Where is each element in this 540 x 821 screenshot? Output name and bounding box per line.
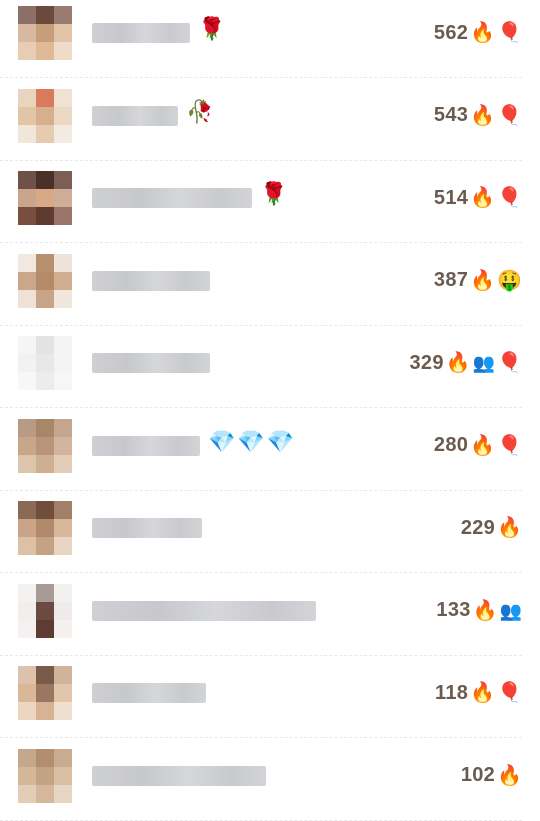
list-item[interactable]: 229 🔥 <box>0 491 540 573</box>
avatar[interactable] <box>18 6 72 60</box>
username-redacted <box>92 188 252 208</box>
balloon-icon: 🎈 <box>497 434 522 457</box>
fire-icon: 🔥 <box>470 104 496 127</box>
score-group: 229 🔥 <box>461 513 522 543</box>
balloon-icon: 🎈 <box>497 104 522 127</box>
fire-icon: 🔥 <box>497 517 522 539</box>
list-item[interactable]: 🌹 562 🔥 🎈 <box>0 0 540 78</box>
list-item[interactable]: 💎💎💎 280 🔥 🎈 <box>0 409 540 491</box>
score-value: 387 <box>433 269 469 291</box>
username-redacted <box>92 683 206 703</box>
couple-icon: 👥 <box>472 353 496 373</box>
username-redacted <box>92 765 266 786</box>
score-value: 280 <box>433 434 469 456</box>
row-divider <box>0 819 522 821</box>
list-item[interactable]: 118 🔥 🎈 <box>0 656 540 738</box>
wilted-rose-icon: 🥀 <box>186 98 214 124</box>
fire-icon: 🔥 <box>445 352 471 374</box>
username-redacted <box>92 105 178 126</box>
balloon-icon: 🎈 <box>497 22 522 44</box>
avatar[interactable] <box>18 501 72 555</box>
rose-icon: 🌹 <box>198 16 226 41</box>
avatar[interactable] <box>18 583 72 638</box>
score-value: 118 <box>435 681 469 704</box>
fire-icon: 🔥 <box>497 764 522 787</box>
score-value: 102 <box>460 764 496 786</box>
fire-icon: 🔥 <box>470 22 496 44</box>
fire-icon: 🔥 <box>470 434 496 457</box>
score-value: 562 <box>433 21 469 44</box>
balloon-icon: 🎈 <box>497 352 522 374</box>
leaderboard-list: 🌹 562 🔥 🎈 🥀 543 🔥 🎈 🌹 514 🔥 🎈 387 🔥 🤑 329 🔥 👥 🎈 💎💎💎 280 🔥 🎈 229… <box>0 0 540 821</box>
diamond-icons: 💎💎💎 <box>208 427 296 457</box>
score-group: 280 🔥 🎈 <box>434 431 522 461</box>
avatar[interactable] <box>18 253 72 308</box>
face-icon: 🤑 <box>497 269 522 292</box>
score-group: 514 🔥 🎈 <box>434 183 522 213</box>
avatar[interactable] <box>18 336 72 390</box>
username-redacted <box>92 353 210 373</box>
score-group: 102 🔥 <box>461 761 522 791</box>
avatar[interactable] <box>18 666 72 720</box>
score-value: 229 <box>460 516 496 539</box>
score-group: 562 🔥 🎈 <box>434 18 522 48</box>
balloon-icon: 🎈 <box>497 682 522 704</box>
score-value: 543 <box>433 104 469 126</box>
list-item[interactable]: 🥀 543 🔥 🎈 <box>0 79 540 161</box>
avatar[interactable] <box>18 171 72 225</box>
fire-icon: 🔥 <box>472 599 498 622</box>
score-group: 133 🔥 👥 <box>436 596 522 626</box>
diamond-icon: 💎 <box>237 428 265 454</box>
diamond-icon: 💎 <box>266 428 295 454</box>
fire-icon: 🔥 <box>470 269 496 292</box>
score-value: 514 <box>433 186 469 209</box>
score-value: 133 <box>436 599 471 621</box>
diamond-icon: 💎 <box>208 428 236 454</box>
username-redacted <box>92 23 190 43</box>
username-redacted <box>92 270 210 291</box>
username-redacted <box>92 518 202 538</box>
score-group: 329 🔥 👥 🎈 <box>409 348 522 378</box>
score-group: 118 🔥 🎈 <box>435 678 522 708</box>
list-item[interactable]: 387 🔥 🤑 <box>0 244 540 326</box>
list-item[interactable]: 329 🔥 👥 🎈 <box>0 326 540 408</box>
avatar[interactable] <box>18 748 72 803</box>
avatar[interactable] <box>18 88 72 143</box>
list-item[interactable]: 🌹 514 🔥 🎈 <box>0 161 540 243</box>
score-group: 543 🔥 🎈 <box>434 101 522 131</box>
fire-icon: 🔥 <box>470 682 496 704</box>
username-redacted <box>92 435 200 456</box>
score-group: 387 🔥 🤑 <box>434 266 522 296</box>
rose-icon: 🌹 <box>260 181 288 206</box>
score-value: 329 <box>409 351 444 374</box>
fire-icon: 🔥 <box>470 187 496 209</box>
avatar[interactable] <box>18 418 72 473</box>
username-redacted <box>92 600 316 621</box>
list-item[interactable]: 133 🔥 👥 <box>0 574 540 656</box>
list-item[interactable]: 102 🔥 <box>0 739 540 821</box>
couple-icon: 👥 <box>499 600 522 621</box>
balloon-icon: 🎈 <box>497 187 522 209</box>
